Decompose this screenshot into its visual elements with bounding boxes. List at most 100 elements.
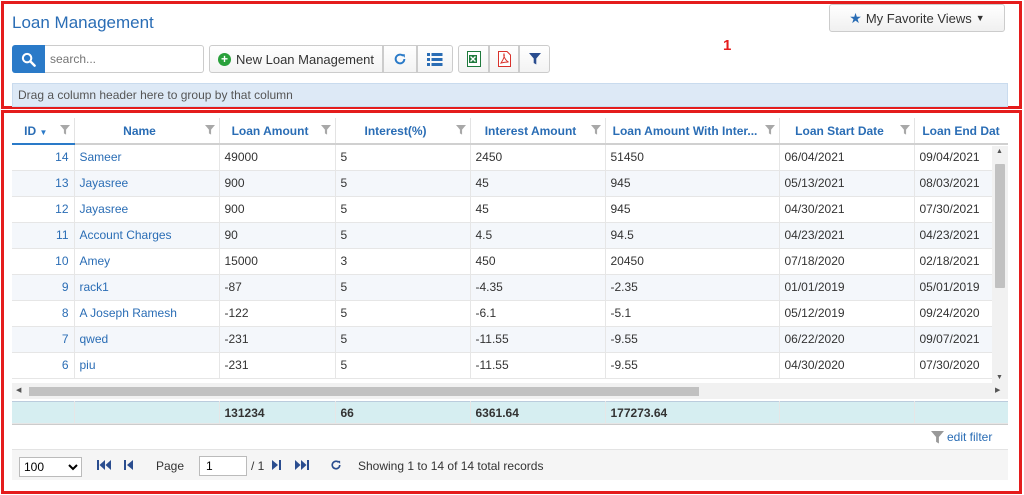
- cell-start: 05/13/2021: [779, 170, 915, 197]
- export-pdf-button[interactable]: [489, 45, 519, 73]
- next-page-icon[interactable]: [270, 459, 281, 471]
- page-size-select[interactable]: 100: [19, 457, 82, 477]
- table-row[interactable]: 13 Jayasree 900 5 45 945 05/13/2021 08/03/2021: [12, 170, 1008, 197]
- refresh-button[interactable]: [383, 45, 417, 73]
- cell-id: 8: [12, 300, 75, 327]
- table-row[interactable]: 8A Joseph Ramesh -122 5 -6.1 -5.1 05/12/2019 0…: [12, 300, 1008, 327]
- column-chooser-button[interactable]: [417, 45, 453, 73]
- cell-start: 06/04/2021: [779, 144, 915, 171]
- cell-id: 14: [12, 144, 75, 171]
- cell-with-interest: 945: [605, 170, 780, 197]
- filter-icon[interactable]: [320, 125, 331, 135]
- cell-interest-amount: 4.5: [470, 222, 606, 249]
- filter-icon[interactable]: [59, 125, 70, 135]
- filter-icon[interactable]: [899, 125, 910, 135]
- cell-interest: 3: [335, 248, 471, 275]
- cell-loan: 49000: [219, 144, 336, 171]
- scrollbar-thumb[interactable]: [995, 164, 1005, 288]
- last-page-icon[interactable]: [293, 459, 309, 471]
- cell-loan: -231: [219, 326, 336, 353]
- cell-name[interactable]: piu: [74, 352, 220, 379]
- cell-loan: 90: [219, 222, 336, 249]
- cell-interest: 5: [335, 326, 471, 353]
- loan-grid: ID ▼ Name Loan Amount Interest(%) Intere…: [12, 118, 1008, 425]
- cell-name[interactable]: qwed: [74, 326, 220, 353]
- cell-interest-amount: 45: [470, 196, 606, 223]
- refresh-icon[interactable]: [329, 459, 343, 471]
- column-header-interest-amount[interactable]: Interest Amount: [470, 118, 606, 145]
- cell-name[interactable]: Account Charges: [74, 222, 220, 249]
- column-header-loan-with-interest[interactable]: Loan Amount With Inter...: [605, 118, 780, 145]
- search-icon: [21, 52, 36, 67]
- column-header-loan-end-date[interactable]: Loan End Dat: [914, 118, 1008, 145]
- filter-button[interactable]: [519, 45, 550, 73]
- column-header-label: Loan Amount: [231, 123, 309, 138]
- cell-interest: 5: [335, 144, 471, 171]
- cell-start: 05/12/2019: [779, 300, 915, 327]
- first-page-icon[interactable]: [97, 459, 113, 471]
- cell-name[interactable]: rack1: [74, 274, 220, 301]
- cell-with-interest: -5.1: [605, 300, 780, 327]
- cell-with-interest: -9.55: [605, 352, 780, 379]
- cell-id: 10: [12, 248, 75, 275]
- cell-interest-amount: 45: [470, 170, 606, 197]
- funnel-icon: [931, 430, 944, 443]
- scrollbar-thumb[interactable]: [29, 387, 699, 396]
- table-row[interactable]: 14 Sameer 49000 5 2450 51450 06/04/2021 09/04/2…: [12, 144, 1008, 171]
- column-header-loan-start-date[interactable]: Loan Start Date: [779, 118, 915, 145]
- filter-icon[interactable]: [590, 125, 601, 135]
- page-number-input[interactable]: [199, 456, 247, 476]
- edit-filter-link[interactable]: edit filter: [931, 430, 992, 444]
- cell-interest-amount: -6.1: [470, 300, 606, 327]
- scroll-right-icon[interactable]: ▶: [995, 386, 1000, 394]
- cell-name[interactable]: Jayasree: [74, 196, 220, 223]
- cell-interest-amount: -11.55: [470, 326, 606, 353]
- filter-icon[interactable]: [455, 125, 466, 135]
- cell-name[interactable]: Sameer: [74, 144, 220, 171]
- vertical-scrollbar[interactable]: ▲ ▼: [992, 146, 1008, 383]
- cell-name[interactable]: Jayasree: [74, 170, 220, 197]
- table-row[interactable]: 6 piu -231 5 -11.55 -9.55 04/30/2020 07/30/2020: [12, 352, 1008, 379]
- caret-down-icon: ▼: [975, 13, 985, 23]
- cell-interest-amount: 2450: [470, 144, 606, 171]
- scroll-up-icon[interactable]: ▲: [996, 148, 1003, 155]
- horizontal-scrollbar[interactable]: ◀ ▶: [12, 383, 1008, 399]
- cell-name[interactable]: Amey: [74, 248, 220, 275]
- total-loan-amount: 131234: [219, 401, 336, 424]
- cell-name[interactable]: A Joseph Ramesh: [74, 300, 220, 327]
- total-interest: 66: [335, 401, 471, 424]
- column-header-id[interactable]: ID ▼: [12, 118, 75, 145]
- column-header-loan-amount[interactable]: Loan Amount: [219, 118, 336, 145]
- export-excel-button[interactable]: [458, 45, 489, 73]
- table-row[interactable]: 9 rack1 -87 5 -4.35 -2.35 01/01/2019 05/01/2019: [12, 274, 1008, 301]
- table-row[interactable]: 10 Amey 15000 3 450 20450 07/18/2020 02/18/2021: [12, 248, 1008, 275]
- column-header-label: Interest Amount: [484, 123, 577, 138]
- cell-interest-amount: -4.35: [470, 274, 606, 301]
- cell-loan: 900: [219, 196, 336, 223]
- page-title: Loan Management: [12, 13, 154, 32]
- search-button[interactable]: [12, 45, 45, 73]
- new-loan-button[interactable]: + New Loan Management: [209, 45, 383, 73]
- table-row[interactable]: 12 Jayasree 900 5 45 945 04/30/2021 07/30/2021: [12, 196, 1008, 223]
- table-row[interactable]: 7 qwed -231 5 -11.55 -9.55 06/22/2020 09/07/202…: [12, 326, 1008, 353]
- search-input[interactable]: [45, 45, 204, 73]
- list-icon: [427, 52, 443, 66]
- totals-row: 131234 66 6361.64 177273.64: [12, 401, 1008, 424]
- pager: 100 Page / 1 Showing 1 to 14 of 14 total…: [12, 449, 1008, 480]
- group-by-drop-area[interactable]: Drag a column header here to group by th…: [12, 83, 1008, 107]
- cell-interest: 5: [335, 352, 471, 379]
- column-header-interest[interactable]: Interest(%): [335, 118, 471, 145]
- table-row[interactable]: 11 Account Charges 90 5 4.5 94.5 04/23/2021 04/…: [12, 222, 1008, 249]
- scroll-down-icon[interactable]: ▼: [996, 374, 1003, 381]
- cell-start: 06/22/2020: [779, 326, 915, 353]
- favorite-views-button[interactable]: ★ My Favorite Views ▼: [829, 4, 1005, 32]
- column-header-name[interactable]: Name: [74, 118, 220, 145]
- column-header-label: ID: [24, 123, 37, 138]
- prev-page-icon[interactable]: [124, 459, 135, 471]
- pdf-icon: [497, 51, 511, 67]
- cell-loan: 900: [219, 170, 336, 197]
- filter-icon[interactable]: [764, 125, 775, 135]
- cell-start: 01/01/2019: [779, 274, 915, 301]
- scroll-left-icon[interactable]: ◀: [16, 386, 21, 394]
- filter-icon[interactable]: [204, 125, 215, 135]
